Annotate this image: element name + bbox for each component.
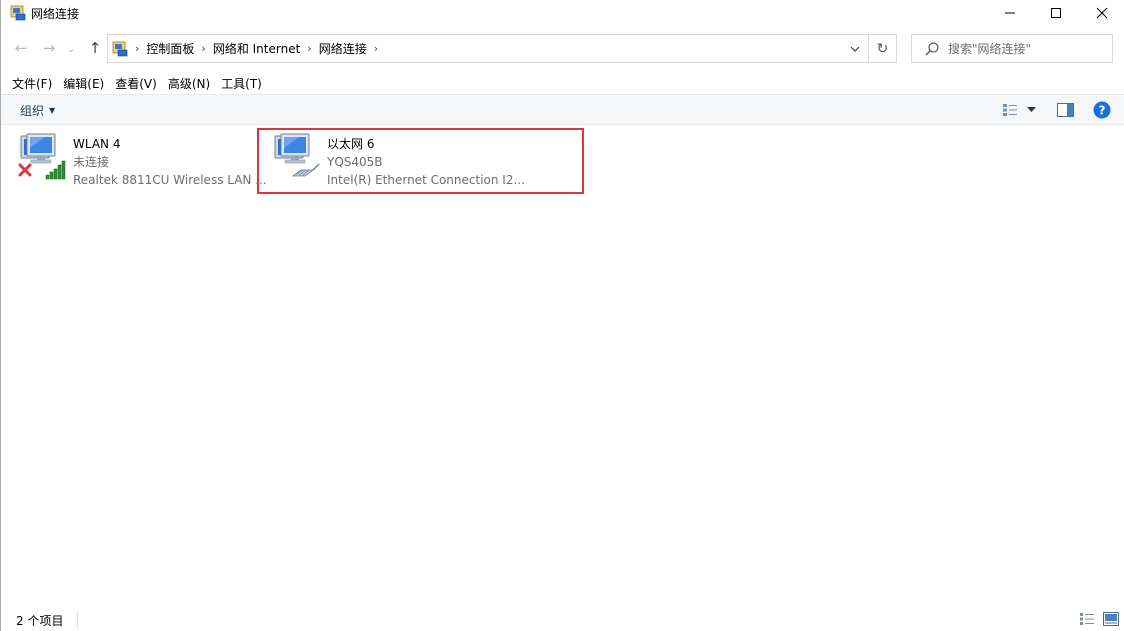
preview-pane-icon [1057, 103, 1074, 117]
up-arrow-icon: ↑ [88, 39, 102, 57]
breadcrumb-network-internet[interactable]: 网络和 Internet [213, 40, 300, 57]
connection-status: 未连接 [73, 155, 110, 169]
organize-button[interactable]: 组织 ▼ [20, 102, 55, 119]
connection-device: Intel(R) Ethernet Connection I2... [327, 173, 525, 187]
menu-advanced[interactable]: 高级(N) [164, 75, 217, 92]
forward-arrow-icon: → [42, 39, 56, 57]
window-title: 网络连接 [31, 6, 80, 21]
ethernet-cable-icon [291, 163, 320, 177]
menu-file[interactable]: 文件(F) [1, 75, 59, 92]
connection-item-wlan4[interactable]: WLAN 4 未连接 Realtek 8811CU Wireless LAN .… [17, 126, 267, 192]
title-bar: 网络连接 [1, 0, 1124, 26]
connection-name: 以太网 6 [327, 137, 375, 151]
caret-down-icon: ▼ [49, 106, 56, 115]
minimize-icon [1005, 12, 1015, 14]
connection-device: Realtek 8811CU Wireless LAN ... [73, 173, 267, 187]
breadcrumb-separator-icon[interactable]: › [307, 42, 311, 55]
preview-pane-button[interactable] [1057, 101, 1074, 119]
menu-view[interactable]: 查看(V) [111, 75, 164, 92]
connection-details: WLAN 4 未连接 Realtek 8811CU Wireless LAN .… [73, 126, 267, 192]
help-icon: ? [1093, 101, 1111, 119]
details-view-icon[interactable] [1079, 612, 1095, 626]
chevron-down-icon: ⌄ [66, 41, 76, 55]
breadcrumb-separator-icon[interactable]: › [201, 42, 205, 55]
maximize-icon [1051, 8, 1061, 18]
menu-bar: 文件(F) 编辑(E) 查看(V) 高级(N) 工具(T) [1, 73, 269, 93]
control-panel-icon [112, 41, 128, 56]
wifi-signal-icon [45, 160, 66, 180]
breadcrumb-separator-icon[interactable]: › [135, 42, 139, 55]
menu-edit[interactable]: 编辑(E) [59, 75, 111, 92]
search-input[interactable] [948, 41, 1108, 56]
refresh-button[interactable]: ↻ [869, 34, 897, 63]
change-view-button[interactable] [1002, 101, 1018, 119]
close-icon [1096, 7, 1108, 19]
network-connections-app-icon [10, 5, 26, 21]
connection-name: WLAN 4 [73, 137, 121, 151]
status-divider [77, 612, 79, 628]
forward-button[interactable]: → [39, 37, 59, 59]
up-button[interactable]: ↑ [85, 37, 105, 59]
breadcrumb-control-panel[interactable]: 控制面板 [146, 40, 194, 57]
window-controls [987, 0, 1124, 26]
svg-text:?: ? [1099, 103, 1106, 117]
item-count: 2 个项目 [16, 613, 64, 628]
ethernet-adapter-icon [271, 126, 323, 178]
connection-status: YQS405B [327, 155, 383, 169]
connection-item-ethernet6[interactable]: 以太网 6 YQS405B Intel(R) Ethernet Connecti… [271, 126, 525, 192]
network-connections-window: 网络连接 ← → ⌄ ↑ › 控制面板 › 网络和 Internet › 网络连… [0, 0, 1124, 631]
view-options-dropdown[interactable] [1027, 101, 1036, 119]
breadcrumb-separator-icon[interactable]: › [374, 42, 378, 55]
command-bar: 组织 ▼ ? [1, 94, 1124, 125]
navigation-row: ← → ⌄ ↑ › 控制面板 › 网络和 Internet › 网络连接 › ↻… [1, 33, 1124, 63]
caret-down-icon [1027, 107, 1036, 112]
chevron-down-icon [850, 46, 860, 52]
wireless-adapter-icon [17, 126, 69, 180]
organize-label: 组织 [20, 104, 45, 118]
minimize-button[interactable] [987, 0, 1033, 26]
back-button[interactable]: ← [11, 37, 31, 59]
breadcrumb-network-connections[interactable]: 网络连接 [319, 40, 367, 57]
status-view-buttons [1079, 612, 1119, 626]
recent-locations-button[interactable]: ⌄ [64, 37, 78, 59]
address-bar[interactable]: › 控制面板 › 网络和 Internet › 网络连接 › [107, 34, 869, 63]
help-button[interactable]: ? [1093, 101, 1111, 119]
details-view-icon [1003, 104, 1017, 116]
connections-list: WLAN 4 未连接 Realtek 8811CU Wireless LAN .… [1, 126, 1124, 606]
maximize-button[interactable] [1033, 0, 1079, 26]
disconnected-x-icon [18, 163, 32, 177]
search-box[interactable] [911, 34, 1113, 63]
close-button[interactable] [1079, 0, 1124, 26]
large-icons-view-icon[interactable] [1103, 612, 1119, 626]
refresh-icon: ↻ [876, 40, 889, 57]
menu-tools[interactable]: 工具(T) [217, 75, 269, 92]
connection-details: 以太网 6 YQS405B Intel(R) Ethernet Connecti… [327, 126, 525, 192]
status-bar: 2 个项目 [1, 609, 1124, 631]
search-icon [925, 41, 939, 55]
back-arrow-icon: ← [14, 39, 28, 57]
address-history-dropdown[interactable] [844, 35, 866, 62]
